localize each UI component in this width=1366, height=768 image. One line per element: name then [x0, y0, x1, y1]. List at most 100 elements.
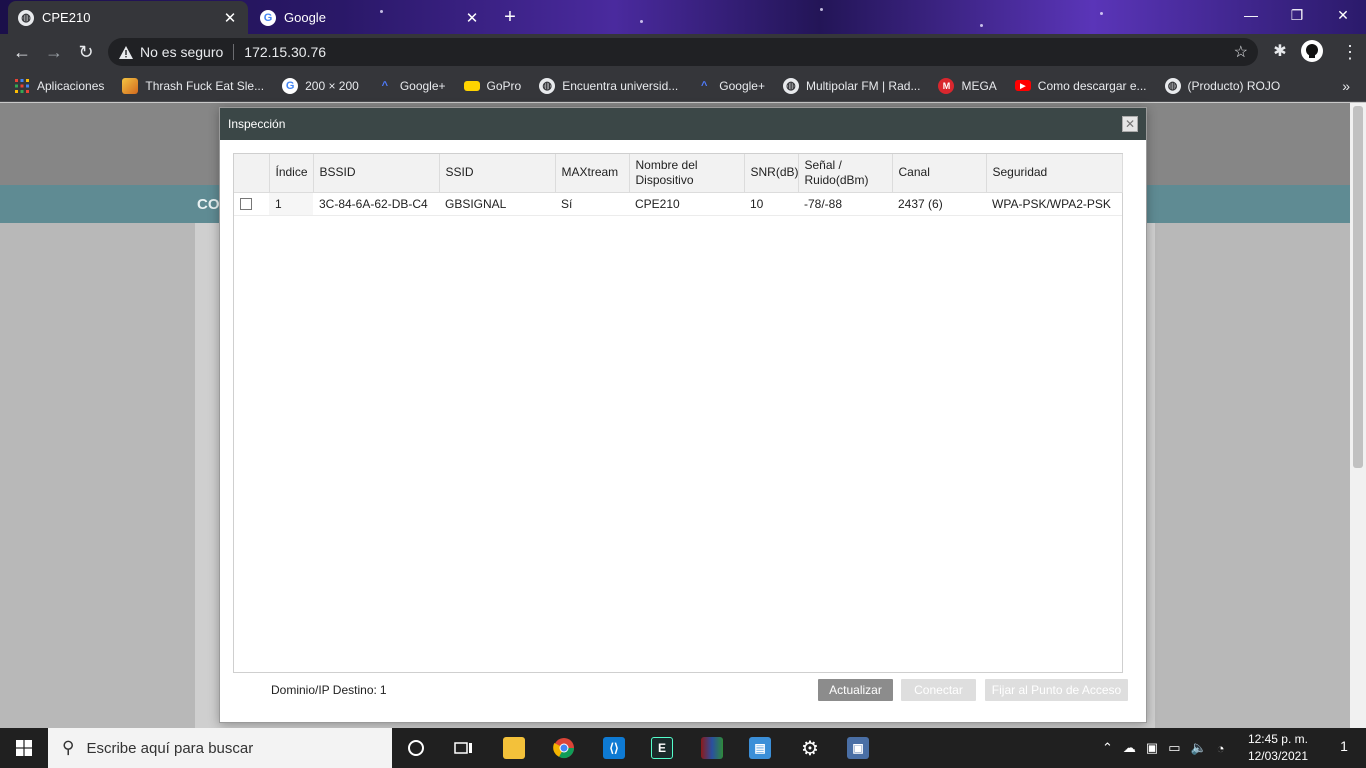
more-bookmarks-icon[interactable]: »	[1342, 78, 1350, 94]
bookmark-item[interactable]: ◍ Multipolar FM | Rad...	[782, 77, 921, 94]
column-header-device-name: Nombre del Dispositivo	[629, 154, 745, 193]
column-header-ssid: SSID	[439, 154, 556, 193]
mega-icon: M	[938, 77, 955, 94]
column-header-signal-noise: Señal / Ruido(dBm)	[798, 154, 893, 193]
search-placeholder: Escribe aquí para buscar	[86, 739, 254, 757]
column-header-security: Seguridad	[986, 154, 1123, 193]
system-clock[interactable]: 12:45 p. m. 12/03/2021	[1248, 731, 1308, 765]
url-text[interactable]: 172.15.30.76	[244, 44, 326, 60]
address-bar[interactable]: No es seguro 172.15.30.76 ☆	[108, 38, 1258, 66]
browser-toolbar: ← → ↻ No es seguro 172.15.30.76 ☆ ✱ ⋮	[0, 34, 1366, 70]
cell-security: WPA-PSK/WPA2-PSK	[986, 192, 1122, 216]
show-hidden-icons-icon[interactable]: ⌃	[1102, 740, 1113, 756]
google-plus-icon: ^	[701, 79, 708, 92]
bookmark-item[interactable]: GoPro	[463, 78, 522, 93]
connect-button[interactable]: Conectar	[901, 679, 976, 701]
bookmark-item[interactable]: Thrash Fuck Eat Sle...	[122, 77, 265, 94]
inspection-dialog: Inspección ✕ Índice BSSID SSID MAXtream …	[219, 107, 1147, 723]
security-label[interactable]: No es seguro	[140, 44, 223, 60]
domain-label-text: Dominio/IP Destino:	[271, 683, 377, 697]
windows-start-button[interactable]	[0, 728, 48, 768]
bookmark-item[interactable]: ^ Google+	[696, 78, 765, 94]
address-separator	[233, 44, 235, 60]
bookmark-label: GoPro	[486, 78, 522, 93]
cell-bssid: 3C-84-6A-62-DB-C4	[313, 192, 439, 216]
bookmark-label: Google+	[399, 78, 446, 93]
tab-cpe210[interactable]: ◍ CPE210 ✕	[8, 1, 248, 34]
close-tab-icon[interactable]: ✕	[222, 9, 238, 27]
control-panel-icon[interactable]: ▤	[746, 734, 774, 762]
task-view-icon[interactable]	[450, 734, 478, 762]
bookmark-label: Multipolar FM | Rad...	[805, 78, 921, 93]
column-header-snr: SNR(dB)	[744, 154, 799, 193]
bookmark-label: Encuentra universid...	[562, 78, 679, 93]
bookmark-label: 200 × 200	[305, 78, 359, 93]
wifi-icon[interactable]: ◔	[1217, 741, 1225, 756]
search-icon: ⚲	[62, 738, 75, 757]
volume-icon[interactable]: 🔈	[1191, 740, 1207, 756]
column-header-bssid: BSSID	[313, 154, 440, 193]
file-explorer-icon[interactable]	[500, 734, 528, 762]
lock-to-ap-button[interactable]: Fijar al Punto de Acceso	[985, 679, 1128, 701]
apps-grid-icon	[14, 78, 30, 94]
tab-google[interactable]: G Google ✕	[250, 1, 490, 34]
cell-snr: 10	[744, 192, 798, 216]
table-row[interactable]: 1 3C-84-6A-62-DB-C4 GBSIGNAL Sí CPE210 1…	[234, 192, 1122, 216]
background-star	[980, 24, 983, 27]
battery-icon[interactable]: ▭	[1168, 740, 1180, 756]
forward-button[interactable]: →	[42, 40, 66, 64]
column-header-maxtream: MAXtream	[555, 154, 630, 193]
warning-icon[interactable]	[118, 44, 134, 60]
bookmark-item[interactable]: ◍ Encuentra universid...	[539, 77, 679, 94]
system-tray: ⌃ ☁ ▣ ▭ 🔈 ◔	[1102, 728, 1225, 768]
background-star	[640, 20, 643, 23]
bookmark-item[interactable]: Aplicaciones	[14, 78, 104, 94]
scrollbar-thumb[interactable]	[1353, 106, 1363, 468]
bookmark-item[interactable]: G 200 × 200	[282, 77, 359, 94]
browser-menu-icon[interactable]: ⋮	[1340, 40, 1360, 64]
winrar-icon[interactable]	[698, 734, 726, 762]
background-star	[820, 8, 823, 11]
terminal-app-icon[interactable]: E	[648, 734, 676, 762]
back-button[interactable]: ←	[10, 40, 34, 64]
profile-avatar[interactable]	[1300, 40, 1324, 64]
cell-signal-noise: -78/-88	[798, 192, 892, 216]
network-app-icon[interactable]: ▣	[844, 734, 872, 762]
cell-device-name: CPE210	[629, 192, 744, 216]
restore-button[interactable]: ❐	[1274, 0, 1320, 30]
youtube-icon: ▶	[1014, 80, 1031, 91]
cell-index: 1	[269, 192, 313, 216]
bookmark-item[interactable]: ▶ Como descargar e...	[1014, 78, 1147, 93]
page-nav-text: CO	[197, 196, 220, 213]
bookmark-item[interactable]: ^ Google+	[377, 78, 446, 94]
taskbar-search-box[interactable]: ⚲ Escribe aquí para buscar	[48, 728, 392, 768]
dialog-header: Inspección ✕	[220, 108, 1146, 140]
refresh-button[interactable]: Actualizar	[818, 679, 893, 701]
vscode-icon[interactable]: ⟨⟩	[600, 734, 628, 762]
bookmark-label: Thrash Fuck Eat Sle...	[145, 78, 265, 93]
column-header-index: Índice	[269, 154, 314, 193]
camera-icon[interactable]: ▣	[1146, 740, 1158, 756]
bookmark-label: Como descargar e...	[1037, 78, 1147, 93]
cortana-icon[interactable]	[402, 734, 430, 762]
gopro-icon	[463, 80, 480, 91]
bookmark-star-icon[interactable]: ☆	[1234, 42, 1248, 62]
cloud-icon[interactable]: ☁	[1123, 740, 1136, 756]
bookmark-item[interactable]: M MEGA	[938, 77, 997, 94]
row-checkbox[interactable]	[240, 198, 252, 211]
minimize-button[interactable]: —	[1228, 0, 1274, 30]
bookmark-label: Google+	[719, 78, 765, 93]
globe-icon: ◍	[782, 77, 799, 94]
bookmark-item[interactable]: ◍ (Producto) ROJO	[1164, 77, 1280, 94]
close-window-button[interactable]: ✕	[1320, 0, 1366, 30]
reload-button[interactable]: ↻	[74, 40, 98, 64]
page-scrollbar[interactable]	[1350, 103, 1366, 728]
cell-ssid: GBSIGNAL	[439, 192, 555, 216]
new-tab-button[interactable]: +	[498, 5, 522, 29]
notification-center-icon[interactable]: 1	[1334, 738, 1354, 758]
chrome-icon[interactable]	[550, 734, 578, 762]
settings-gear-icon[interactable]: ⚙	[796, 734, 824, 762]
extensions-icon[interactable]: ✱	[1268, 40, 1292, 64]
close-tab-icon[interactable]: ✕	[464, 9, 480, 27]
close-dialog-button[interactable]: ✕	[1122, 116, 1138, 132]
